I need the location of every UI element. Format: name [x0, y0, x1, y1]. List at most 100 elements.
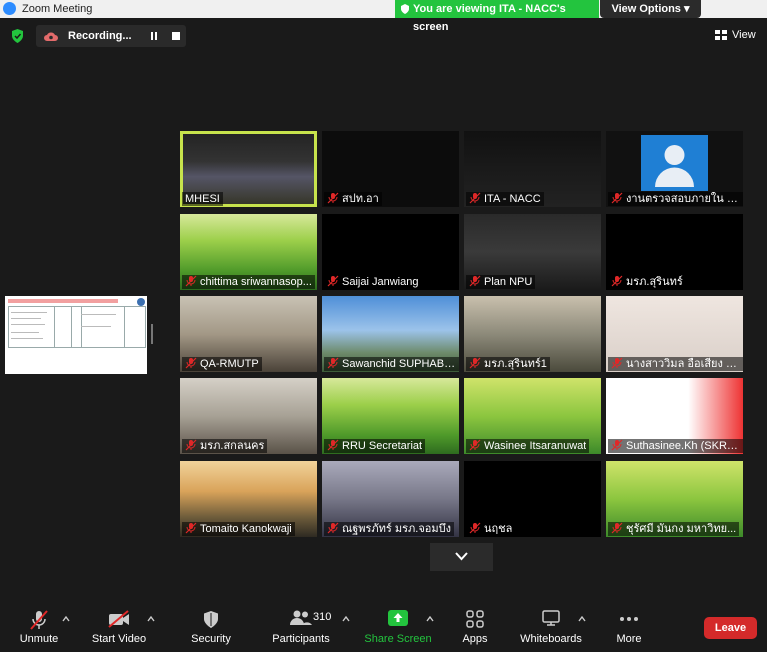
zoom-logo-icon — [3, 2, 16, 15]
participant-name: ชุรัศมี มันกง มหาวิทย... — [626, 523, 737, 535]
panel-resize-handle[interactable] — [151, 324, 153, 344]
share-screen-button[interactable]: Share Screen — [364, 600, 432, 652]
participant-name-label: chittima sriwannasop... — [182, 275, 315, 289]
participant-tile[interactable]: ITA - NACC — [464, 131, 601, 207]
unmute-label: Unmute — [19, 633, 59, 645]
share-screen-icon — [388, 610, 408, 626]
participant-name-label: Saijai Janwiang — [324, 275, 422, 289]
participant-tile[interactable]: RRU Secretariat — [322, 378, 459, 454]
shield-icon — [204, 611, 218, 628]
participant-name: MHESI — [185, 193, 220, 205]
scroll-down-button[interactable] — [430, 543, 493, 571]
participant-name: งานตรวจสอบภายใน งา... — [626, 193, 740, 205]
participant-name: มรภ.สุรินทร์ — [626, 276, 683, 288]
participant-tile[interactable]: นฤชล — [464, 461, 601, 537]
more-button[interactable]: More — [610, 600, 648, 652]
view-button[interactable]: View — [713, 27, 761, 44]
recording-indicator: Recording... — [36, 25, 186, 47]
participant-tile[interactable]: Sawanchid SUPHABW... — [322, 296, 459, 372]
participant-tile[interactable]: Wasinee Itsaranuwat — [464, 378, 601, 454]
muted-microphone-icon — [185, 439, 197, 451]
window-title: Zoom Meeting — [22, 3, 93, 15]
participant-tile[interactable]: มรภ.สกลนคร — [180, 378, 317, 454]
participant-name: ณฐพรภัทร์ มรภ.จอมบึง — [342, 523, 452, 535]
participant-name: มรภ.สุรินทร์1 — [484, 358, 547, 370]
participant-name: มรภ.สกลนคร — [200, 440, 265, 452]
muted-microphone-icon — [327, 522, 339, 534]
participant-tile[interactable]: สปท.อา — [322, 131, 459, 207]
muted-microphone-icon — [327, 192, 339, 204]
chevron-up-icon[interactable] — [426, 616, 434, 622]
participant-tile[interactable]: QA-RMUTP — [180, 296, 317, 372]
leave-button[interactable]: Leave — [704, 617, 757, 639]
document-line — [11, 318, 41, 319]
more-label: More — [616, 633, 642, 645]
participant-name: QA-RMUTP — [200, 358, 259, 370]
muted-microphone-icon — [327, 357, 339, 369]
participants-button[interactable]: 310 Participants — [270, 600, 332, 652]
participant-tile[interactable]: นางสาววิมล อือเสียง ม... — [606, 296, 743, 372]
muted-microphone-icon — [185, 357, 197, 369]
chevron-up-icon[interactable] — [147, 616, 155, 622]
stop-recording-icon[interactable] — [172, 32, 180, 40]
participant-tile[interactable]: Saijai Janwiang — [322, 214, 459, 290]
participant-name-label: ชุรัศมี มันกง มหาวิทย... — [608, 522, 740, 536]
document-line — [81, 314, 116, 315]
chevron-up-icon[interactable] — [62, 616, 70, 622]
security-button[interactable]: Security — [188, 600, 234, 652]
pause-recording-icon[interactable] — [149, 31, 159, 41]
apps-icon — [466, 610, 484, 628]
security-shield-icon[interactable] — [11, 29, 24, 43]
participant-name: Wasinee Itsaranuwat — [484, 440, 587, 452]
participant-name: ITA - NACC — [484, 193, 541, 205]
muted-microphone-icon — [611, 357, 623, 369]
whiteboards-label: Whiteboards — [520, 633, 582, 645]
participant-name-label: ณฐพรภัทร์ มรภ.จอมบึง — [324, 522, 455, 536]
shared-screen-thumbnail[interactable] — [5, 296, 147, 374]
participant-tile[interactable]: MHESI — [180, 131, 317, 207]
participant-tile[interactable]: chittima sriwannasop... — [180, 214, 317, 290]
participant-name-label: มรภ.สุรินทร์1 — [466, 357, 550, 371]
participant-name-label: RRU Secretariat — [324, 439, 426, 453]
unmute-button[interactable]: Unmute — [10, 600, 68, 652]
muted-microphone-icon — [469, 357, 481, 369]
participant-name: Suthasinee.Kh (SKRU ... — [626, 440, 740, 452]
participant-tile[interactable]: ณฐพรภัทร์ มรภ.จอมบึง — [322, 461, 459, 537]
participant-tile[interactable]: Plan NPU — [464, 214, 601, 290]
participant-tile[interactable]: ชุรัศมี มันกง มหาวิทย... — [606, 461, 743, 537]
view-options-button[interactable]: View Options ▾ — [600, 0, 701, 18]
participant-name: RRU Secretariat — [342, 440, 423, 452]
view-options-label: View Options — [611, 3, 681, 15]
security-label: Security — [191, 633, 231, 645]
banner-text: You are viewing ITA - NACC's screen — [413, 3, 566, 33]
participant-tile[interactable]: มรภ.สุรินทร์1 — [464, 296, 601, 372]
participant-name-label: งานตรวจสอบภายใน งา... — [608, 192, 743, 206]
recording-label: Recording... — [68, 30, 132, 42]
participant-name: สปท.อา — [342, 193, 379, 205]
document-line — [11, 338, 43, 339]
chevron-down-icon: ▾ — [684, 3, 690, 15]
muted-microphone-icon — [469, 192, 481, 204]
apps-button[interactable]: Apps — [456, 600, 494, 652]
participant-name-label: นฤชล — [466, 522, 516, 536]
chevron-up-icon[interactable] — [342, 616, 350, 622]
participant-name: Sawanchid SUPHABW... — [342, 358, 456, 370]
participant-tile[interactable]: มรภ.สุรินทร์ — [606, 214, 743, 290]
participants-icon — [290, 610, 312, 625]
meeting-toolbar: Unmute Start Video Security 310 Particip… — [0, 600, 767, 652]
participant-name-label: Suthasinee.Kh (SKRU ... — [608, 439, 743, 453]
muted-microphone-icon — [611, 192, 623, 204]
chevron-up-icon[interactable] — [578, 616, 586, 622]
participant-name-label: มรภ.สกลนคร — [182, 439, 268, 453]
participant-tile[interactable]: Suthasinee.Kh (SKRU ... — [606, 378, 743, 454]
document-logo — [137, 298, 145, 306]
whiteboards-button[interactable]: Whiteboards — [518, 600, 584, 652]
participant-tile[interactable]: Tomaito Kanokwaji — [180, 461, 317, 537]
view-label: View — [732, 29, 756, 41]
start-video-button[interactable]: Start Video — [88, 600, 150, 652]
document-line — [11, 312, 47, 313]
video-off-icon — [108, 610, 129, 628]
participant-name-label: Plan NPU — [466, 275, 536, 289]
participant-tile[interactable]: งานตรวจสอบภายใน งา... — [606, 131, 743, 207]
whiteboard-icon — [542, 610, 560, 626]
